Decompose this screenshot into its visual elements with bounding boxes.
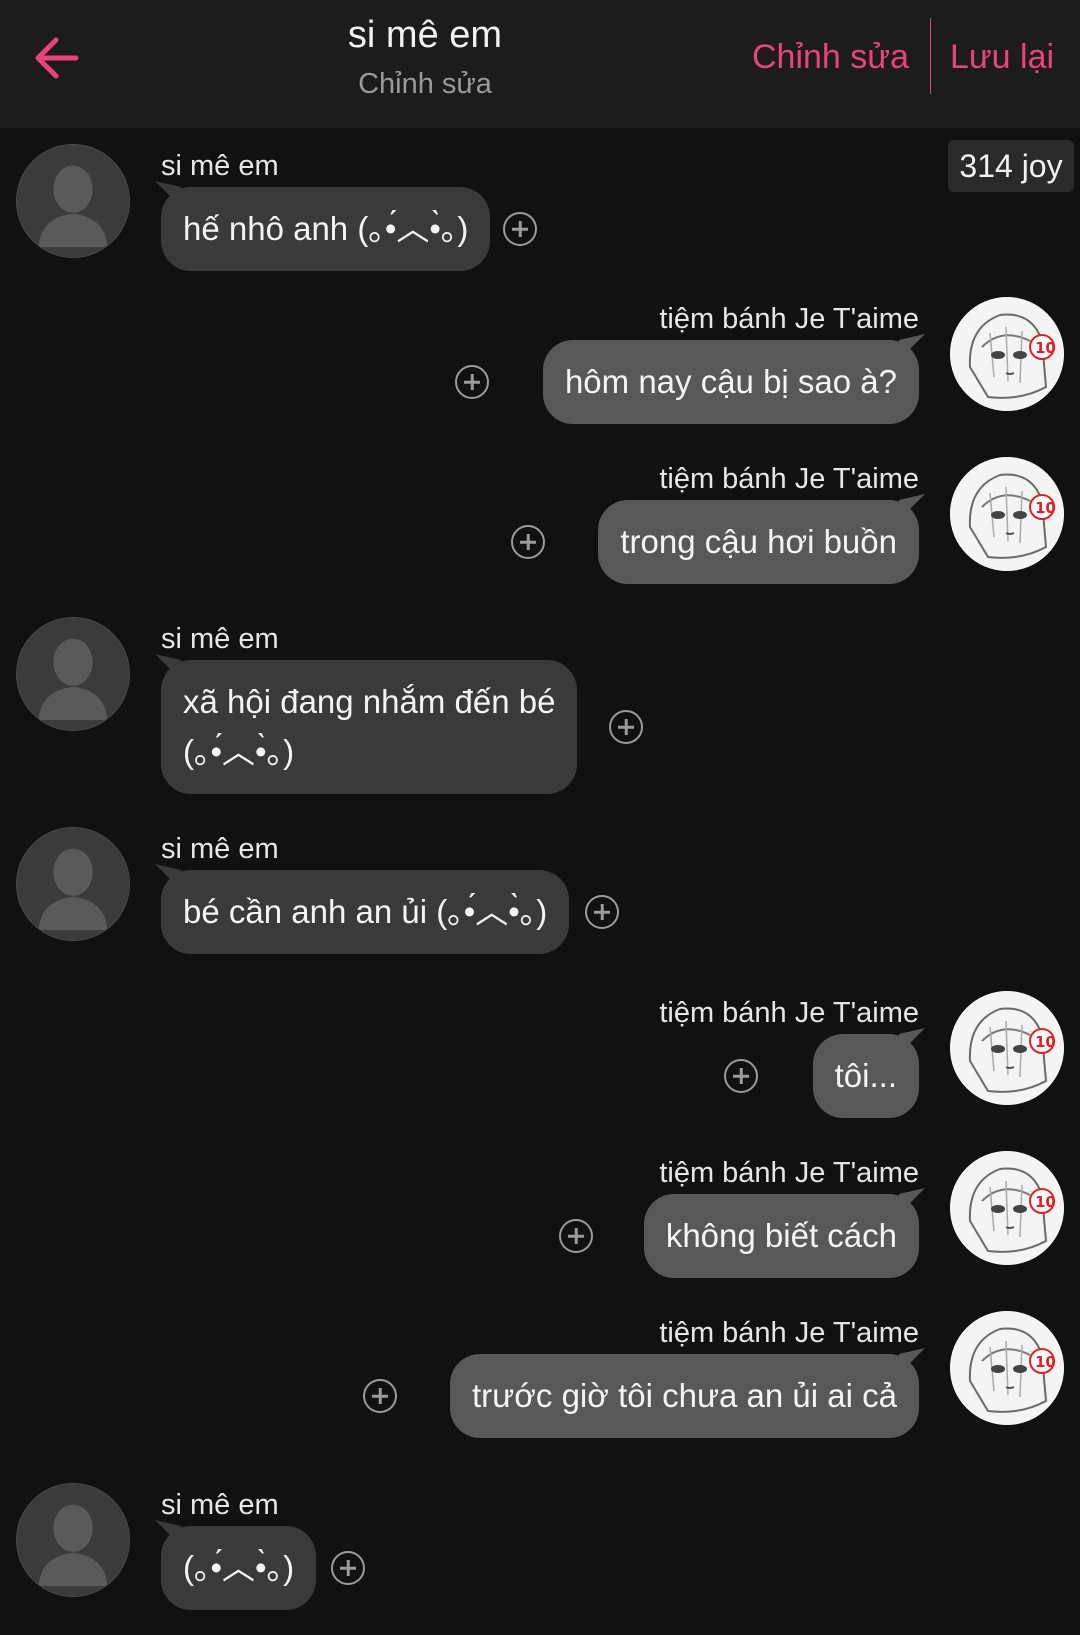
- manga-character-avatar[interactable]: 10: [950, 297, 1064, 411]
- person-silhouette-icon[interactable]: [16, 617, 130, 731]
- person-silhouette-icon[interactable]: [16, 1483, 130, 1597]
- message-text: xã hội đang nhắm đến bé: [183, 683, 556, 720]
- manga-character-avatar[interactable]: 10: [950, 991, 1064, 1105]
- plus-circle-icon[interactable]: [609, 710, 643, 744]
- svg-text:10: 10: [1035, 1353, 1056, 1371]
- person-silhouette-icon[interactable]: [16, 144, 130, 258]
- bubble-tail: [899, 1188, 925, 1214]
- sender-name: si mê em: [161, 1489, 279, 1521]
- message-bubble[interactable]: trước giờ tôi chưa an ủi ai cả: [450, 1348, 925, 1438]
- message-bubble[interactable]: bé cần anh an ủi (｡•́︿•̀｡): [155, 864, 570, 954]
- save-button[interactable]: Lưu lại: [950, 38, 1054, 77]
- plus-circle-icon[interactable]: [455, 365, 489, 399]
- manga-character-avatar[interactable]: 10: [950, 457, 1064, 571]
- message-bubble[interactable]: trong cậu hơi buồn: [598, 494, 925, 584]
- sender-name: tiệm bánh Je T'aime: [659, 1317, 919, 1349]
- bubble-tail: [155, 181, 181, 207]
- bubble-tail: [155, 654, 181, 680]
- person-silhouette-icon[interactable]: [16, 827, 130, 941]
- plus-circle-icon[interactable]: [363, 1379, 397, 1413]
- sender-name: si mê em: [161, 150, 279, 182]
- message-text: trong cậu hơi buồn: [620, 523, 897, 560]
- plus-circle-icon[interactable]: [585, 895, 619, 929]
- message-bubble[interactable]: không biết cách: [643, 1188, 925, 1278]
- bubble-tail: [899, 494, 925, 520]
- joy-badge: 314 joy: [948, 140, 1074, 192]
- app-header: si mê em Chỉnh sửa Chỉnh sửa Lưu lại: [0, 0, 1080, 128]
- message-text: (｡•́︿•̀｡): [183, 733, 295, 770]
- message-text: bé cần anh an ủi (｡•́︿•̀｡): [183, 893, 548, 930]
- plus-circle-icon[interactable]: [331, 1551, 365, 1585]
- plus-circle-icon[interactable]: [503, 212, 537, 246]
- svg-text:10: 10: [1035, 1033, 1056, 1051]
- message-text: không biết cách: [665, 1217, 897, 1254]
- bubble-tail: [899, 1348, 925, 1374]
- edit-button[interactable]: Chỉnh sửa: [752, 38, 909, 77]
- message-text: trước giờ tôi chưa an ủi ai cả: [472, 1377, 897, 1414]
- sender-name: tiệm bánh Je T'aime: [659, 997, 919, 1029]
- svg-text:10: 10: [1035, 339, 1056, 357]
- svg-text:10: 10: [1035, 499, 1056, 517]
- manga-character-avatar[interactable]: 10: [950, 1311, 1064, 1425]
- sender-name: tiệm bánh Je T'aime: [659, 1157, 919, 1189]
- message-bubble[interactable]: hế nhô anh (｡•́︿•̀｡): [155, 181, 491, 271]
- sender-name: si mê em: [161, 833, 279, 865]
- chat-subtitle: Chỉnh sửa: [358, 68, 492, 100]
- sender-name: tiệm bánh Je T'aime: [659, 303, 919, 335]
- plus-circle-icon[interactable]: [559, 1219, 593, 1253]
- message-bubble[interactable]: hôm nay cậu bị sao à?: [542, 334, 925, 424]
- message-text: tôi...: [834, 1057, 897, 1094]
- manga-character-avatar[interactable]: 10: [950, 1151, 1064, 1265]
- bubble-tail: [155, 864, 181, 890]
- bubble-tail: [899, 334, 925, 360]
- message-bubble[interactable]: (｡•́︿•̀｡): [155, 1520, 317, 1610]
- sender-name: tiệm bánh Je T'aime: [659, 463, 919, 495]
- plus-circle-icon[interactable]: [511, 525, 545, 559]
- bubble-tail: [155, 1520, 181, 1546]
- chat-title: si mê em: [347, 14, 503, 56]
- plus-circle-icon[interactable]: [724, 1059, 758, 1093]
- message-bubble[interactable]: tôi...: [812, 1028, 925, 1118]
- message-text: (｡•́︿•̀｡): [183, 1549, 295, 1586]
- message-bubble[interactable]: xã hội đang nhắm đến bé (｡•́︿•̀｡): [155, 654, 578, 794]
- sender-name: si mê em: [161, 623, 279, 655]
- bubble-tail: [899, 1028, 925, 1054]
- header-divider: [930, 18, 931, 94]
- message-text: hôm nay cậu bị sao à?: [564, 363, 897, 400]
- svg-text:10: 10: [1035, 1193, 1056, 1211]
- message-text: hế nhô anh (｡•́︿•̀｡): [183, 210, 469, 247]
